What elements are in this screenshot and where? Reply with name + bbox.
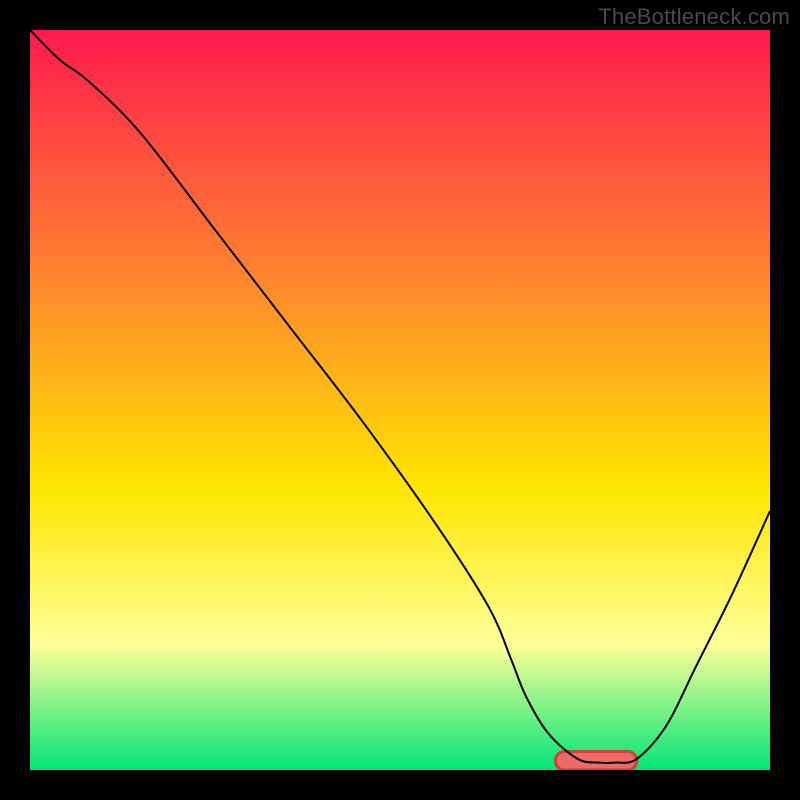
chart-container: TheBottleneck.com	[0, 0, 800, 800]
watermark-text: TheBottleneck.com	[598, 4, 790, 30]
optimal-band	[555, 752, 636, 771]
gradient-bg	[30, 30, 770, 770]
plot-svg	[30, 30, 770, 770]
plot-area	[30, 30, 770, 770]
